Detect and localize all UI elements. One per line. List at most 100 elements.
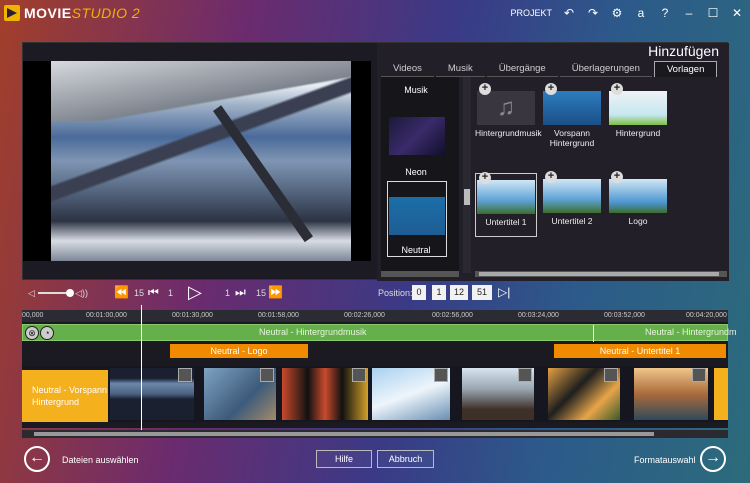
- category-scrollbar[interactable]: [463, 77, 471, 273]
- transport-bar: ◁ ◁)) ⏪ 15 ⏮ 1 ▷ 1 ⏭ 15 ⏩ Position: 0 1 …: [22, 282, 728, 304]
- template-thumb: +: [543, 83, 601, 125]
- tab-vorlagen[interactable]: Vorlagen: [653, 61, 718, 77]
- template-thumb: +: [609, 171, 667, 213]
- skip-back-icon[interactable]: ⏪: [114, 285, 129, 299]
- playhead[interactable]: [141, 305, 142, 431]
- video-clip[interactable]: [714, 368, 728, 420]
- category-musik[interactable]: Musik: [381, 85, 451, 95]
- add-icon[interactable]: +: [611, 171, 623, 183]
- maximize-icon[interactable]: ☐: [706, 6, 720, 20]
- position-hours[interactable]: 0: [412, 285, 426, 300]
- app-logo: MOVIESTUDIO 2: [4, 5, 140, 21]
- tab-ueberlagerungen[interactable]: Überlagerungen: [559, 61, 652, 77]
- category-neon[interactable]: Neon: [381, 167, 451, 177]
- gear-icon[interactable]: ⚙: [610, 6, 624, 20]
- panel-title: Hinzufügen: [648, 43, 719, 59]
- audio-split: [593, 325, 594, 342]
- close-icon[interactable]: ✕: [730, 6, 744, 20]
- tab-uebergaenge[interactable]: Übergänge: [486, 61, 558, 77]
- template-label: Untertitel 2: [551, 216, 593, 226]
- clip-badge-icon: [434, 368, 448, 382]
- skip-fwd-icon[interactable]: ⏩: [268, 285, 283, 299]
- video-preview[interactable]: [23, 61, 371, 261]
- template-thumb: +: [609, 83, 667, 125]
- play-icon[interactable]: ▷: [188, 282, 202, 303]
- back-label[interactable]: Dateien auswählen: [62, 455, 139, 465]
- template-label: Logo: [628, 216, 648, 226]
- scroll-thumb[interactable]: [34, 432, 654, 436]
- minimize-icon[interactable]: –: [682, 6, 696, 20]
- category-thumb-neon[interactable]: [389, 117, 445, 155]
- clip-badge-icon: [518, 368, 532, 382]
- next-label[interactable]: Formatauswahl: [634, 455, 696, 465]
- volume-knob[interactable]: [65, 289, 74, 297]
- skip-back-value: 15: [134, 288, 145, 298]
- step-fwd-value: 1: [225, 288, 231, 298]
- back-arrow-icon[interactable]: ←: [24, 446, 50, 472]
- video-clip[interactable]: [282, 368, 368, 420]
- add-icon[interactable]: +: [479, 83, 491, 95]
- template-hintergrundmusik[interactable]: ♫ + Hintergrundmusik: [475, 83, 542, 139]
- font-size-button[interactable]: a: [634, 6, 648, 20]
- volume-curve-icon[interactable]: ◔: [40, 326, 54, 340]
- video-clip[interactable]: [372, 368, 450, 420]
- ruler-tick: 00,000: [22, 312, 44, 319]
- position-seconds[interactable]: 12: [450, 285, 468, 300]
- category-hscrollbar[interactable]: [381, 271, 459, 277]
- clip-badge-icon: [178, 368, 192, 382]
- video-clip[interactable]: [110, 368, 194, 420]
- redo-icon[interactable]: ↷: [586, 6, 600, 20]
- scroll-thumb[interactable]: [479, 272, 719, 276]
- template-scrollbar[interactable]: [475, 271, 727, 277]
- title-clip-untertitel[interactable]: Neutral - Untertitel 1: [554, 344, 726, 358]
- skip-fwd-value: 15: [256, 288, 267, 298]
- template-hintergrund[interactable]: + Hintergrund: [607, 83, 669, 138]
- time-ruler[interactable]: 00,000 00:01:00,000 00:01:30,000 00:01:5…: [22, 310, 728, 322]
- bottom-bar: ← Dateien auswählen Hilfe Abbruch Format…: [0, 440, 750, 483]
- video-clip[interactable]: [548, 368, 620, 420]
- logo-sub: STUDIO 2: [71, 5, 141, 21]
- step-back-icon[interactable]: ⏮: [148, 285, 159, 300]
- template-label: Hintergrund: [615, 128, 661, 138]
- next-arrow-icon[interactable]: →: [700, 446, 726, 472]
- scroll-thumb[interactable]: [464, 189, 470, 205]
- tab-musik[interactable]: Musik: [435, 61, 485, 77]
- category-neutral[interactable]: Neutral: [381, 245, 451, 255]
- template-logo[interactable]: + Logo: [607, 171, 669, 226]
- tab-videos[interactable]: Videos: [381, 61, 434, 77]
- video-clip[interactable]: [634, 368, 708, 420]
- workspace: ⋮ Hinzufügen Videos Musik Übergänge Über…: [22, 42, 729, 281]
- position-frames[interactable]: 51: [472, 285, 492, 300]
- add-icon[interactable]: +: [545, 171, 557, 183]
- audio-track-clip[interactable]: ⊗ ◔ Neutral - Hintergrundmusik Neutral -…: [22, 324, 737, 342]
- mute-icon[interactable]: ⊗: [25, 326, 39, 340]
- video-clip[interactable]: [462, 368, 534, 420]
- template-vorspann[interactable]: + Vorspann Hintergrund: [541, 83, 603, 148]
- template-thumb: +: [477, 172, 535, 214]
- title-clip-logo[interactable]: Neutral - Logo: [170, 344, 308, 358]
- ruler-tick: 00:03:24,000: [518, 312, 559, 319]
- video-clip-vorspann[interactable]: Neutral - Vorspann Hintergrund: [22, 370, 108, 422]
- template-untertitel-1[interactable]: + Untertitel 1: [475, 172, 537, 237]
- timeline-scrollbar[interactable]: [22, 430, 728, 438]
- ruler-tick: 00:01:58,000: [258, 312, 299, 319]
- position-minutes[interactable]: 1: [432, 285, 446, 300]
- template-thumb: +: [543, 171, 601, 213]
- add-icon[interactable]: +: [611, 83, 623, 95]
- template-label: Vorspann Hintergrund: [549, 128, 595, 148]
- template-untertitel-2[interactable]: + Untertitel 2: [541, 171, 603, 226]
- category-thumb-neutral[interactable]: [389, 197, 445, 235]
- video-clip[interactable]: [204, 368, 276, 420]
- help-bottom-button[interactable]: Hilfe: [316, 450, 372, 468]
- volume-slider[interactable]: ◁ ◁)): [28, 288, 88, 298]
- add-icon[interactable]: +: [545, 83, 557, 95]
- project-menu[interactable]: PROJEKT: [510, 8, 552, 18]
- step-fwd-icon[interactable]: ⏭: [235, 285, 246, 300]
- jump-end-icon[interactable]: ▷|: [498, 285, 510, 299]
- volume-high-icon: ◁)): [75, 287, 88, 298]
- add-icon[interactable]: +: [479, 172, 491, 184]
- undo-icon[interactable]: ↶: [562, 6, 576, 20]
- help-button[interactable]: ?: [658, 6, 672, 20]
- cancel-button[interactable]: Abbruch: [377, 450, 434, 468]
- clip-badge-icon: [260, 368, 274, 382]
